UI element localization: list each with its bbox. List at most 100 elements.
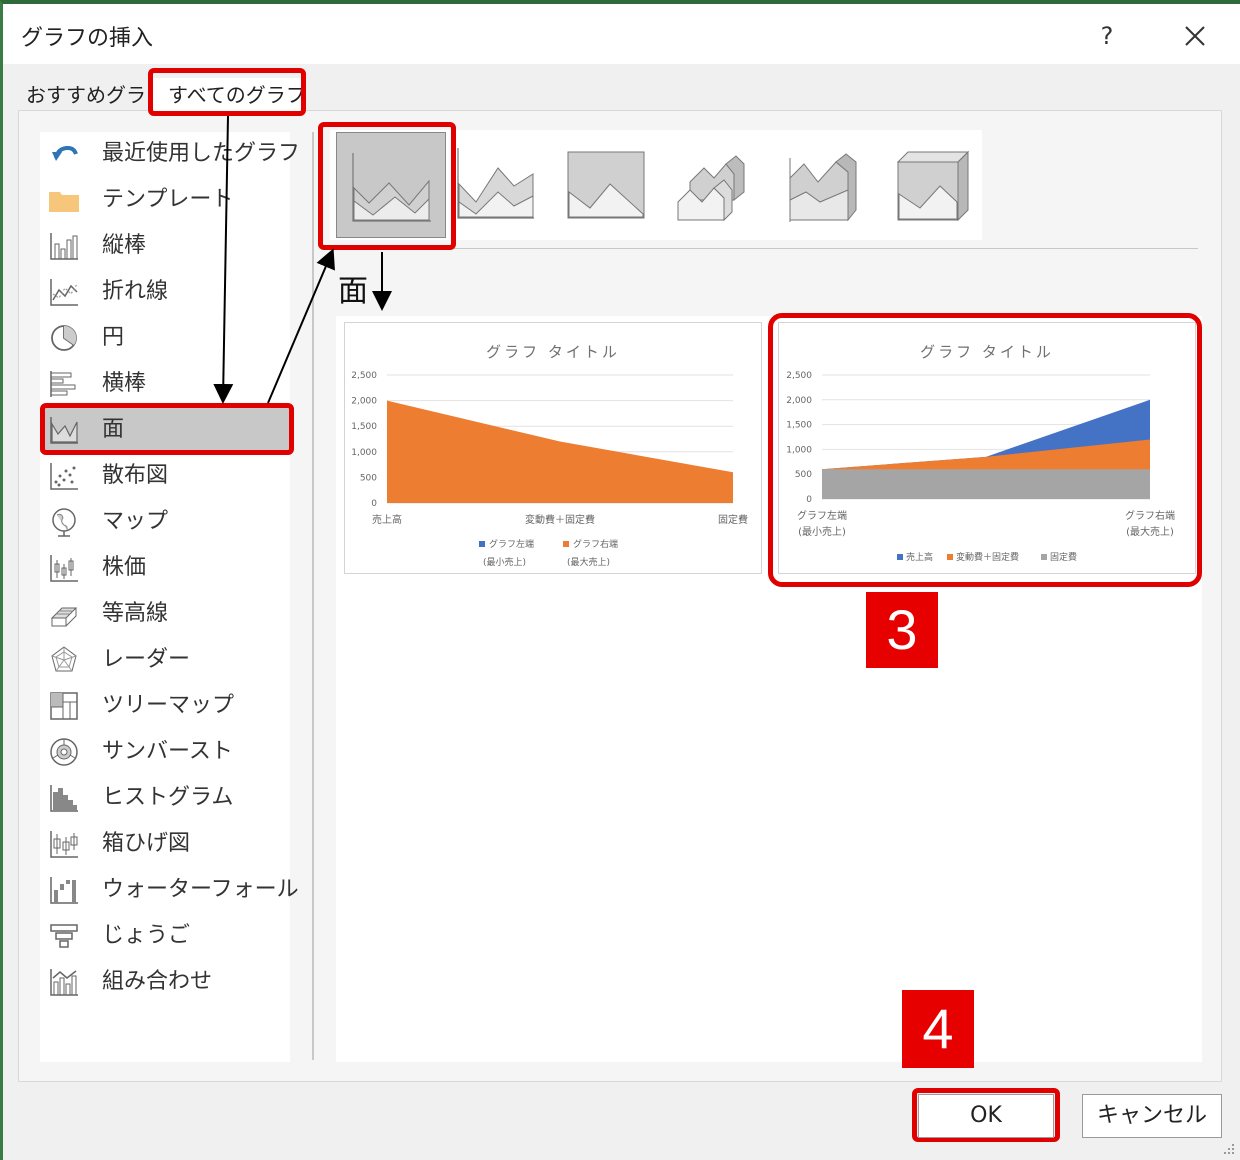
- y-tick-label: 1,000: [351, 448, 377, 458]
- bar-chart-icon: [50, 371, 76, 397]
- map-chart-icon: [52, 508, 76, 537]
- sidebar-item-stock[interactable]: 株価: [40, 546, 290, 590]
- resize-grip-icon[interactable]: [1222, 1142, 1238, 1158]
- sidebar-item-label: サンバースト: [102, 739, 233, 764]
- sidebar-item-column[interactable]: 縦棒: [40, 224, 290, 268]
- sidebar-item-label: 等高線: [102, 601, 169, 626]
- cancel-button[interactable]: キャンセル: [1082, 1094, 1222, 1138]
- recent-icon: [52, 145, 78, 161]
- legend-swatch: [479, 541, 485, 547]
- y-tick-label: 0: [371, 499, 377, 509]
- treemap-chart-icon: [50, 692, 78, 720]
- step-badge-4: 4: [902, 990, 974, 1068]
- 3d-area-subtype-icon: [677, 155, 745, 222]
- sidebar-item-label: 組み合わせ: [102, 969, 213, 994]
- sidebar-item-label: ウォーターフォール: [102, 877, 299, 902]
- chart-type-list: 最近使用したグラフ テンプレート 縦棒 折れ線 円 横棒 面 散布図 マップ 株…: [40, 132, 300, 1062]
- legend-label-sub: (最大売上): [567, 556, 610, 568]
- preview-chart-1[interactable]: グラフ タイトル 2,500 2,000 1,500 1,000 500 0 売上高 変動費＋…: [344, 322, 762, 574]
- sidebar-item-label: じょうご: [102, 923, 191, 948]
- pie-chart-icon: [51, 325, 77, 351]
- box-whisker-chart-icon: [50, 831, 78, 858]
- sidebar-item-label: 円: [102, 325, 125, 350]
- sidebar-item-label: ツリーマップ: [102, 693, 235, 718]
- sidebar-item-label: ヒストグラム: [102, 785, 234, 810]
- sidebar-item-sunburst[interactable]: サンバースト: [40, 730, 290, 774]
- y-tick-label: 2,000: [351, 397, 377, 407]
- panel-divider: [312, 132, 314, 1060]
- sidebar-item-label: レーダー: [102, 647, 191, 672]
- funnel-chart-icon: [50, 924, 78, 948]
- preview-1-plot: 2,500 2,000 1,500 1,000 500 0 売上高 変動費＋固定費 固定費グラフ…: [351, 371, 748, 568]
- sidebar-item-label: 箱ひげ図: [102, 831, 191, 856]
- x-tick-label: 売上高: [372, 513, 402, 526]
- stacked-area-subtype-icon: [457, 148, 534, 219]
- title-bar: グラフの挿入 ?: [3, 4, 1240, 64]
- sunburst-chart-icon: [50, 738, 78, 766]
- legend-label: グラフ左端: [489, 538, 534, 550]
- scatter-chart-icon: [50, 463, 78, 490]
- sidebar-item-scatter[interactable]: 散布図: [40, 454, 290, 498]
- combo-chart-icon: [50, 969, 78, 996]
- stock-chart-icon: [50, 555, 78, 582]
- sidebar-item-surface[interactable]: 等高線: [40, 592, 290, 636]
- sidebar-item-treemap[interactable]: ツリーマップ: [40, 684, 290, 728]
- sidebar-item-label: 最近使用したグラフ: [102, 141, 301, 166]
- legend-swatch: [563, 541, 569, 547]
- close-button[interactable]: [1175, 16, 1215, 56]
- sidebar-item-label: マップ: [102, 509, 169, 534]
- sidebar-item-label: 横棒: [102, 371, 147, 396]
- y-tick-label: 2,500: [351, 371, 377, 381]
- waterfall-chart-icon: [50, 877, 78, 904]
- x-tick-label: 変動費＋固定費: [525, 513, 595, 526]
- subtype-name: 面: [338, 274, 368, 309]
- sidebar-item-templates[interactable]: テンプレート: [40, 178, 290, 222]
- subtype-3d-area[interactable]: [674, 144, 756, 226]
- line-chart-icon: [50, 279, 78, 306]
- help-button[interactable]: ?: [1089, 18, 1125, 54]
- subtype-100-stacked-area[interactable]: [564, 144, 646, 226]
- sidebar-item-recent[interactable]: 最近使用したグラフ: [40, 132, 300, 176]
- sidebar-item-label: 散布図: [102, 463, 169, 488]
- 3d-stacked-area-subtype-icon: [789, 153, 857, 222]
- folder-icon: [49, 192, 79, 212]
- close-icon: [1185, 26, 1205, 46]
- sidebar-item-label: 折れ線: [102, 279, 169, 304]
- legend-label-sub: (最小売上): [483, 556, 526, 568]
- sidebar-item-box-whisker[interactable]: 箱ひげ図: [40, 822, 290, 866]
- sidebar-item-waterfall[interactable]: ウォーターフォール: [40, 868, 299, 912]
- y-tick-label: 1,500: [351, 422, 377, 432]
- subtype-3d-100-stacked-area[interactable]: [894, 144, 976, 226]
- surface-chart-icon: [50, 607, 78, 627]
- highlight-tab-all: [148, 68, 306, 116]
- percent-stacked-area-subtype-icon: [567, 151, 645, 219]
- tab-recommended-charts[interactable]: おすすめグラフ: [26, 78, 154, 112]
- sidebar-item-funnel[interactable]: じょうご: [40, 914, 290, 958]
- gallery-separator: [330, 248, 1198, 249]
- dialog-title: グラフの挿入: [21, 26, 154, 51]
- sidebar-item-histogram[interactable]: ヒストグラム: [40, 776, 290, 820]
- histogram-chart-icon: [50, 785, 78, 812]
- sidebar-item-bar[interactable]: 横棒: [40, 362, 290, 406]
- ok-button[interactable]: OK: [918, 1094, 1054, 1138]
- sidebar-item-combo[interactable]: 組み合わせ: [40, 960, 290, 1004]
- x-tick-label: 固定費: [718, 513, 748, 526]
- column-chart-icon: [50, 233, 78, 260]
- subtype-stacked-area[interactable]: [454, 144, 536, 226]
- legend-label: グラフ右端: [573, 538, 618, 550]
- highlight-sidebar-area: [40, 403, 294, 455]
- sidebar-item-label: テンプレート: [102, 187, 234, 212]
- step-badge-3: 3: [866, 592, 938, 668]
- subtype-3d-stacked-area[interactable]: [784, 144, 866, 226]
- sidebar-item-label: 株価: [102, 555, 147, 580]
- radar-chart-icon: [51, 646, 77, 672]
- 3d-percent-stacked-area-subtype-icon: [896, 150, 970, 222]
- sidebar-item-radar[interactable]: レーダー: [40, 638, 290, 682]
- sidebar-item-label: 縦棒: [102, 233, 147, 258]
- sidebar-item-line[interactable]: 折れ線: [40, 270, 290, 314]
- y-tick-label: 500: [360, 473, 377, 483]
- sidebar-item-pie[interactable]: 円: [40, 316, 290, 360]
- sidebar-item-map[interactable]: マップ: [40, 500, 290, 544]
- highlight-subtype-area: [318, 122, 456, 250]
- highlight-preview-2: [768, 313, 1202, 587]
